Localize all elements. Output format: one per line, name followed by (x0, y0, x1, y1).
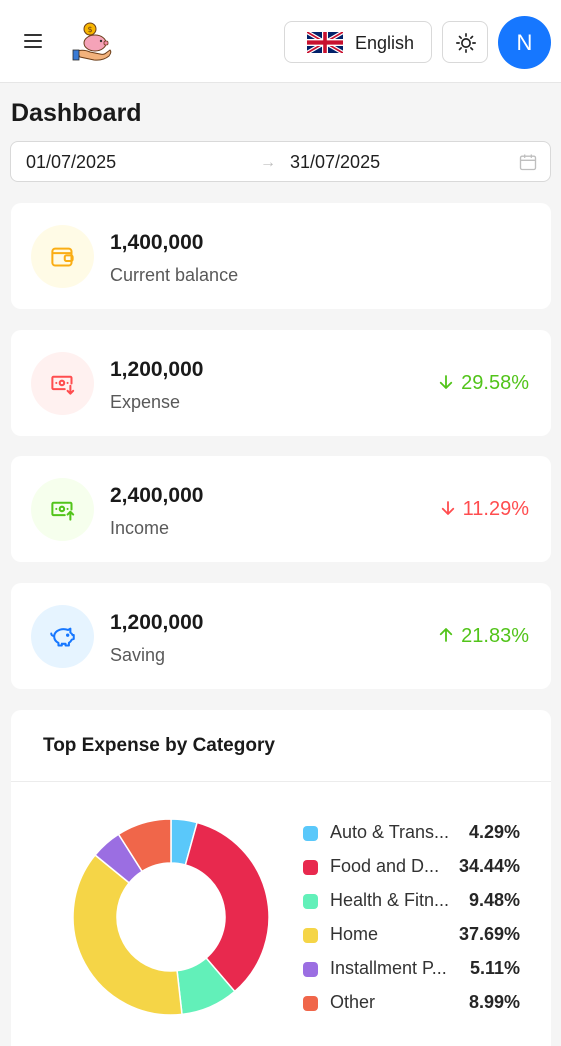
legend-label: Installment P... (330, 958, 447, 978)
uk-flag-icon (307, 32, 343, 53)
expense-category-panel: Top Expense by Category Auto & Trans... 4… (11, 710, 551, 1046)
legend-label: Auto & Trans... (330, 822, 450, 842)
stat-amount: 1,200,000 (110, 358, 204, 381)
arrow-down-icon (441, 501, 454, 515)
legend-item[interactable]: Food and D... 34.44% (303, 854, 533, 888)
legend-item[interactable]: Installment P... 5.11% (303, 956, 533, 990)
legend-percent: 37.69% (458, 924, 520, 944)
arrow-up-icon (440, 628, 453, 642)
stat-label: Current balance (110, 265, 239, 285)
legend-label: Health & Fitn... (330, 890, 450, 910)
page-title: Dashboard (11, 99, 142, 127)
donut-chart (72, 818, 270, 1016)
chart-title: Top Expense by Category (43, 735, 275, 756)
legend-swatch (303, 962, 318, 977)
legend-item[interactable]: Home 37.69% (303, 922, 533, 956)
legend-percent: 8.99% (468, 992, 520, 1012)
legend-swatch (303, 894, 318, 909)
stat-icon-bg (31, 605, 94, 668)
stat-card-saving: 1,200,000 Saving 21.83% (11, 583, 551, 689)
legend-swatch (303, 860, 318, 875)
wallet-icon (51, 247, 74, 267)
start-date-input[interactable]: 01/07/2025 (26, 152, 116, 173)
language-selector[interactable]: English (284, 21, 432, 63)
end-date-input[interactable]: 31/07/2025 (290, 152, 380, 173)
arrow-down-icon (440, 375, 453, 389)
legend-swatch (303, 928, 318, 943)
legend-label: Home (330, 924, 379, 944)
stat-icon-bg (31, 225, 94, 288)
stat-card-income: 2,400,000 Income 11.29% (11, 456, 551, 562)
stat-label: Income (110, 518, 170, 538)
theme-toggle-button[interactable] (442, 21, 488, 63)
legend-percent: 5.11% (469, 958, 520, 978)
top-bar: $ English N (0, 0, 561, 83)
legend-swatch (303, 826, 318, 841)
legend-percent: 9.48% (468, 890, 520, 910)
stat-amount: 1,400,000 (110, 231, 204, 254)
stat-change: 21.83% (437, 625, 529, 648)
chart-legend: Auto & Trans... 4.29% Food and D... 34.44% H… (303, 820, 533, 1024)
piggy-bank-logo[interactable]: $ (70, 19, 116, 65)
arrow-right-icon: → (260, 154, 276, 171)
piggy-bank-icon (50, 627, 75, 647)
legend-percent: 34.44% (458, 856, 520, 876)
legend-item[interactable]: Auto & Trans... 4.29% (303, 820, 533, 854)
menu-icon[interactable] (22, 31, 46, 51)
stat-label: Saving (110, 645, 166, 665)
stat-change: 11.29% (439, 498, 529, 521)
stat-change-value: 11.29% (462, 498, 529, 520)
legend-item[interactable]: Health & Fitn... 9.48% (303, 888, 533, 922)
user-avatar[interactable]: N (498, 16, 551, 69)
stat-amount: 2,400,000 (110, 484, 204, 507)
sun-icon (456, 33, 476, 53)
svg-text:$: $ (88, 25, 93, 34)
money-up-icon (51, 501, 75, 521)
stat-change: 29.58% (437, 372, 529, 395)
language-label: English (355, 33, 415, 53)
stat-card-balance: 1,400,000 Current balance (11, 203, 551, 309)
stat-amount: 1,200,000 (110, 611, 204, 634)
legend-swatch (303, 996, 318, 1011)
date-range-picker[interactable]: 01/07/2025 → 31/07/2025 (10, 141, 551, 182)
stat-icon-bg (31, 478, 94, 541)
stat-change-value: 21.83% (461, 625, 529, 647)
stat-icon-bg (31, 352, 94, 415)
calendar-icon[interactable] (518, 152, 538, 172)
stat-change-value: 29.58% (461, 372, 529, 394)
panel-header: Top Expense by Category (11, 710, 551, 782)
stat-card-expense: 1,200,000 Expense 29.58% (11, 330, 551, 436)
legend-item[interactable]: Other 8.99% (303, 990, 533, 1024)
stat-label: Expense (110, 392, 181, 412)
money-down-icon (51, 375, 75, 395)
legend-percent: 4.29% (468, 822, 520, 842)
legend-label: Food and D... (330, 856, 440, 876)
legend-label: Other (330, 992, 376, 1012)
